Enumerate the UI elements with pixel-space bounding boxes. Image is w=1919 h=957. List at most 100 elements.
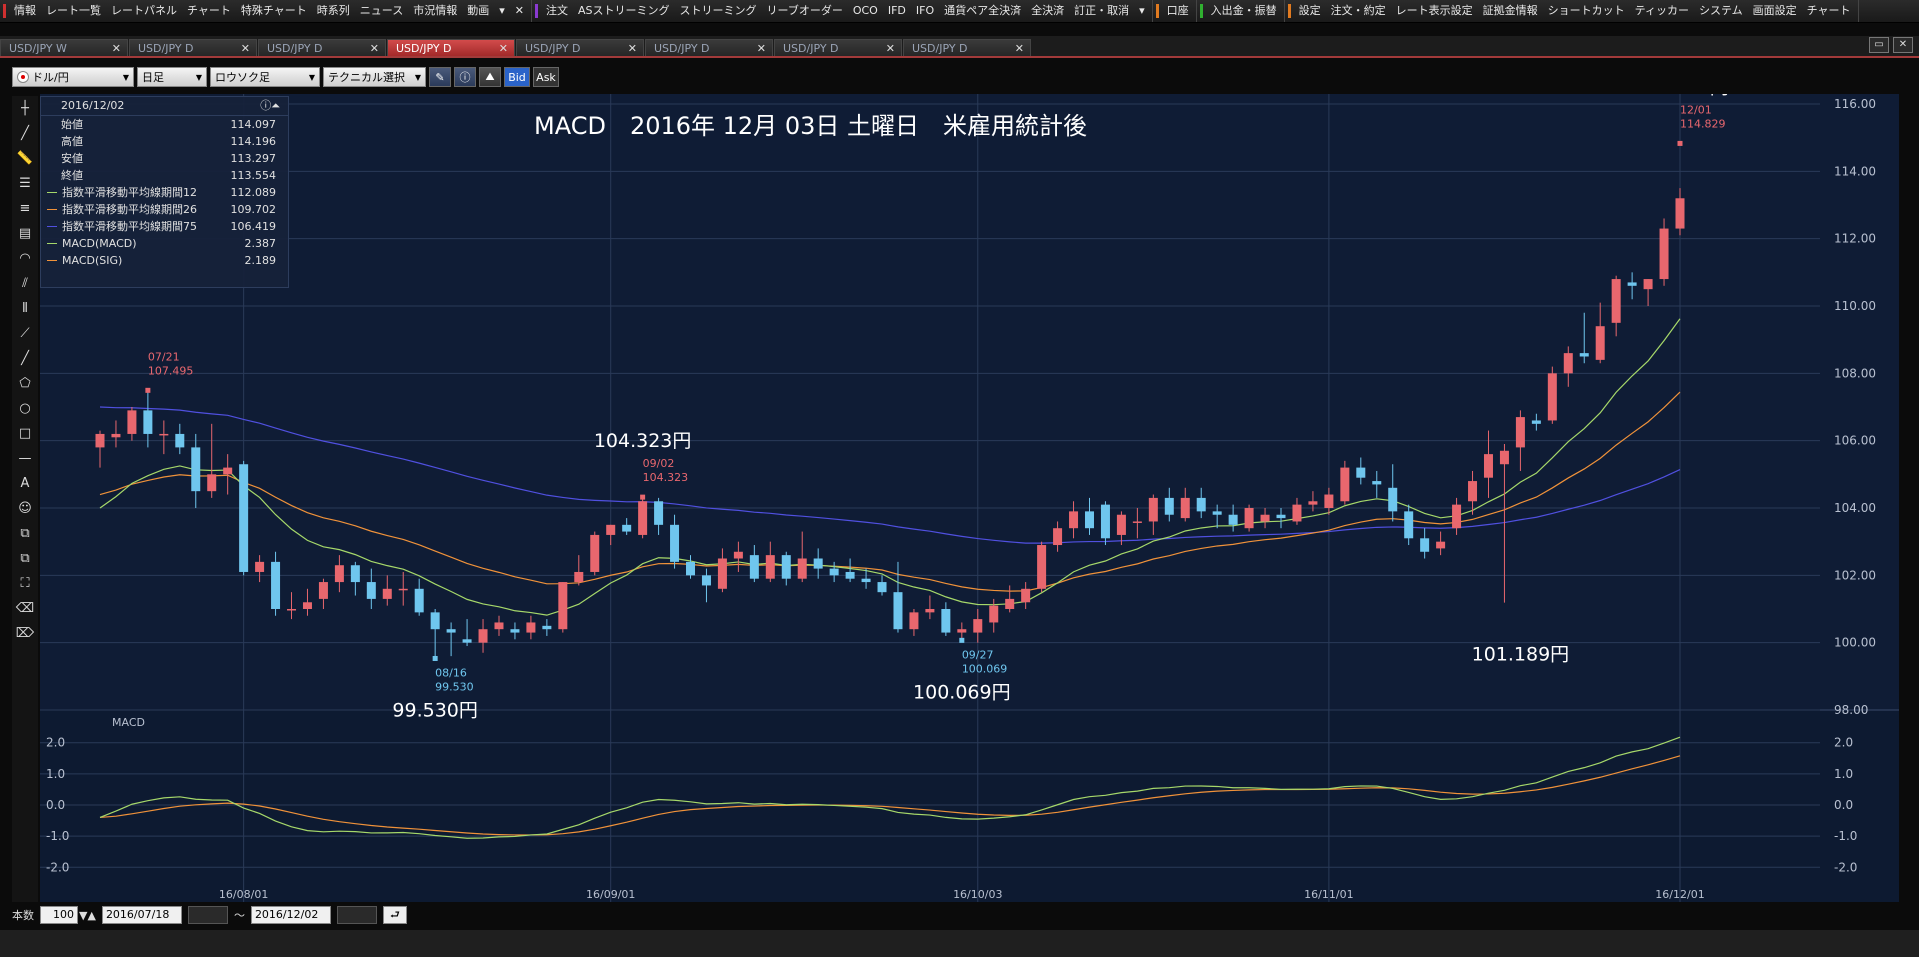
text-icon[interactable]: A: [13, 472, 37, 496]
candle-body: [1547, 373, 1557, 421]
menu-item[interactable]: 訂正・取消: [1069, 0, 1134, 22]
menu-item[interactable]: 情報: [9, 0, 41, 22]
technical-select[interactable]: テクニカル選択 ▼: [323, 67, 426, 87]
chart-tab[interactable]: USD/JPY D ✕: [387, 39, 515, 56]
eraser-icon[interactable]: ⌫: [13, 597, 37, 621]
close-tab-icon[interactable]: ✕: [112, 42, 121, 55]
ask-button[interactable]: Ask: [533, 67, 559, 87]
candle-body: [622, 524, 632, 532]
menu-item[interactable]: 証拠金情報: [1478, 0, 1543, 22]
menu-item[interactable]: ティッカー: [1630, 0, 1694, 22]
count-input[interactable]: 100: [40, 906, 78, 924]
count-up-icon[interactable]: ▲: [87, 909, 95, 922]
menu-item[interactable]: 特殊チャート: [236, 0, 312, 22]
menu-item[interactable]: 注文: [541, 0, 573, 22]
menu-item[interactable]: OCO: [848, 0, 883, 22]
gann-icon[interactable]: ⟋: [13, 322, 37, 346]
menu-item[interactable]: リーブオーダー: [762, 0, 848, 22]
reload-button[interactable]: ⮐: [382, 906, 407, 924]
stamp-icon[interactable]: ☺: [13, 497, 37, 521]
pitchfork-icon[interactable]: ⫽: [13, 272, 37, 296]
erase-all-icon[interactable]: ⌦: [13, 622, 37, 646]
info-toggle-icon[interactable]: ⓘ⏶: [260, 97, 280, 115]
menu-item[interactable]: レートパネル: [106, 0, 182, 22]
circle-icon[interactable]: ○: [13, 397, 37, 421]
close-tab-icon[interactable]: ✕: [370, 42, 379, 55]
copy-icon[interactable]: ⧉: [13, 522, 37, 546]
menu-item[interactable]: 注文・約定: [1326, 0, 1391, 22]
from-time-input[interactable]: [187, 906, 228, 924]
menu-item[interactable]: 入出金・振替: [1206, 0, 1282, 22]
to-date-input[interactable]: 2016/12/02: [250, 906, 331, 924]
info-row: 指数平滑移動平均線期間12 112.089: [41, 184, 288, 201]
mountain-chart-button[interactable]: ⛰: [479, 67, 501, 87]
cycle-lines-icon[interactable]: ⦀: [13, 297, 37, 321]
menu-item[interactable]: 画面設定: [1748, 0, 1802, 22]
chart-tab[interactable]: USD/JPY D ✕: [774, 39, 902, 56]
menu-item[interactable]: 通貨ペア全決済: [939, 0, 1026, 22]
menu-item[interactable]: 時系列: [312, 0, 355, 22]
info-row-value: 113.554: [230, 169, 277, 182]
menu-item[interactable]: ショートカット: [1543, 0, 1630, 22]
horizontal-line-icon[interactable]: —: [13, 447, 37, 471]
restore-icon[interactable]: ▭: [1869, 37, 1889, 53]
info-button[interactable]: ⓘ: [454, 67, 476, 87]
chart-tab[interactable]: USD/JPY D ✕: [645, 39, 773, 56]
ruler-icon[interactable]: 📏: [13, 147, 37, 171]
chevron-down-icon: ▼: [122, 72, 129, 82]
close-tab-icon[interactable]: ✕: [499, 42, 508, 55]
close-tab-icon[interactable]: ✕: [1015, 42, 1024, 55]
menu-item[interactable]: ニュース: [355, 0, 408, 22]
to-time-input[interactable]: [336, 906, 377, 924]
close-tab-icon[interactable]: ✕: [886, 42, 895, 55]
menu-item[interactable]: システム: [1694, 0, 1748, 22]
chart-tab[interactable]: USD/JPY D ✕: [516, 39, 644, 56]
parallel-lines-icon[interactable]: ≡: [13, 197, 37, 221]
bid-button[interactable]: Bid: [504, 67, 530, 87]
menu-item[interactable]: ▾: [494, 0, 510, 22]
close-tab-icon[interactable]: ✕: [241, 42, 250, 55]
menu-item[interactable]: レート表示設定: [1391, 0, 1478, 22]
chart-tab[interactable]: USD/JPY W ✕: [0, 39, 128, 56]
menu-item[interactable]: 動画: [462, 0, 494, 22]
currency-pair-select[interactable]: ドル/円 ▼: [12, 67, 134, 87]
menu-item[interactable]: ▾: [1134, 0, 1150, 22]
chart-type-select[interactable]: ロウソク足 ▼: [210, 67, 320, 87]
candle-body: [1579, 353, 1589, 357]
duplicate-icon[interactable]: ⧉: [13, 547, 37, 571]
timeframe-select[interactable]: 日足 ▼: [137, 67, 207, 87]
menu-item[interactable]: 設定: [1294, 0, 1326, 22]
channel-icon[interactable]: ☰: [13, 172, 37, 196]
close-tab-icon[interactable]: ✕: [628, 42, 637, 55]
chart-tab[interactable]: USD/JPY D ✕: [129, 39, 257, 56]
chart-tab[interactable]: USD/JPY D ✕: [903, 39, 1031, 56]
menu-item[interactable]: 口座: [1162, 0, 1194, 22]
menu-item[interactable]: IFD: [883, 0, 911, 22]
lock-icon[interactable]: ⛶: [13, 572, 37, 596]
close-window-icon[interactable]: ✕: [1893, 37, 1913, 53]
menu-item[interactable]: ストリーミング: [675, 0, 762, 22]
trendline-icon[interactable]: ╱: [13, 122, 37, 146]
pen-tool-button[interactable]: ✎: [429, 67, 451, 87]
count-down-icon[interactable]: ▼: [79, 909, 87, 922]
close-tab-icon[interactable]: ✕: [757, 42, 766, 55]
menu-item[interactable]: ✕: [510, 0, 529, 22]
fibonacci-icon[interactable]: ▤: [13, 222, 37, 246]
menu-item[interactable]: レート一覧: [41, 0, 106, 22]
from-date-input[interactable]: 2016/07/18: [101, 906, 182, 924]
candle-body: [845, 571, 855, 579]
rectangle-icon[interactable]: □: [13, 422, 37, 446]
menu-item[interactable]: IFO: [911, 0, 939, 22]
info-row-value: 114.196: [230, 135, 277, 148]
menu-item[interactable]: 市況情報: [408, 0, 462, 22]
menu-item[interactable]: チャート: [1802, 0, 1856, 22]
price-chart[interactable]: 116.00 114.00 112.00 110.00 108.00 106.00 104.…: [40, 94, 1899, 902]
crosshair-icon[interactable]: ┼: [13, 97, 37, 121]
menu-item[interactable]: チャート: [182, 0, 236, 22]
chart-tab[interactable]: USD/JPY D ✕: [258, 39, 386, 56]
menu-item[interactable]: ASストリーミング: [573, 0, 675, 22]
fan-icon[interactable]: ◠: [13, 247, 37, 271]
menu-item[interactable]: 全決済: [1026, 0, 1069, 22]
pentagon-icon[interactable]: ⬠: [13, 372, 37, 396]
polyline-icon[interactable]: ╱: [13, 347, 37, 371]
